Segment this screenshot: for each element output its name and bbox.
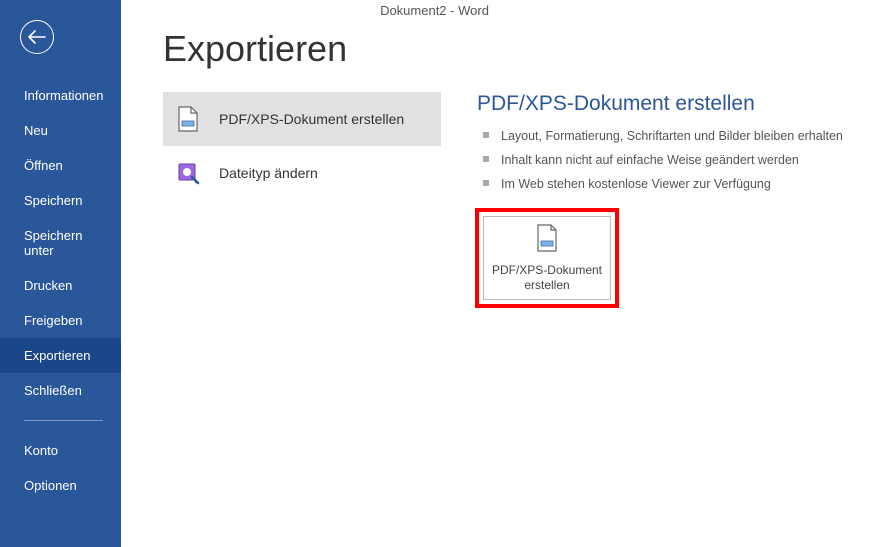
export-option-pdf-xps[interactable]: PDF/XPS-Dokument erstellen	[163, 92, 441, 146]
export-columns: PDF/XPS-Dokument erstellen Dateityp ände…	[163, 92, 869, 308]
page-title: Exportieren	[163, 28, 869, 70]
pdf-document-icon	[535, 224, 559, 257]
change-filetype-icon	[175, 160, 201, 186]
detail-bullet: Layout, Formatierung, Schriftarten und B…	[477, 124, 869, 148]
nav-oeffnen[interactable]: Öffnen	[0, 148, 121, 183]
nav-konto[interactable]: Konto	[0, 433, 121, 468]
option-label: PDF/XPS-Dokument erstellen	[219, 111, 404, 127]
detail-bullet: Im Web stehen kostenlose Viewer zur Verf…	[477, 172, 869, 196]
nav-informationen[interactable]: Informationen	[0, 78, 121, 113]
nav-label: Öffnen	[24, 158, 63, 173]
nav-label: Optionen	[24, 478, 77, 493]
highlight-annotation: PDF/XPS-Dokument erstellen	[475, 208, 619, 308]
backstage-sidebar: Informationen Neu Öffnen Speichern Speic…	[0, 0, 121, 547]
nav-label: Freigeben	[24, 313, 83, 328]
nav-drucken[interactable]: Drucken	[0, 268, 121, 303]
pdf-document-icon	[175, 106, 201, 132]
nav-freigeben[interactable]: Freigeben	[0, 303, 121, 338]
detail-bullets: Layout, Formatierung, Schriftarten und B…	[477, 124, 869, 196]
nav-exportieren[interactable]: Exportieren	[0, 338, 121, 373]
create-button-label: PDF/XPS-Dokument erstellen	[484, 263, 610, 293]
nav-speichern[interactable]: Speichern	[0, 183, 121, 218]
nav-label: Speichern	[24, 193, 83, 208]
option-label: Dateityp ändern	[219, 165, 318, 181]
detail-bullet: Inhalt kann nicht auf einfache Weise geä…	[477, 148, 869, 172]
export-options-list: PDF/XPS-Dokument erstellen Dateityp ände…	[163, 92, 441, 308]
nav-optionen[interactable]: Optionen	[0, 468, 121, 503]
export-detail-pane: PDF/XPS-Dokument erstellen Layout, Forma…	[477, 92, 869, 308]
nav-label: Konto	[24, 443, 58, 458]
nav-speichern-unter[interactable]: Speichern unter	[0, 218, 121, 268]
nav-label: Informationen	[24, 88, 104, 103]
nav-neu[interactable]: Neu	[0, 113, 121, 148]
nav-label: Exportieren	[24, 348, 90, 363]
main-content: Exportieren PDF/XPS-Dokument erstellen	[121, 0, 869, 547]
export-option-change-type[interactable]: Dateityp ändern	[163, 146, 441, 200]
detail-title: PDF/XPS-Dokument erstellen	[477, 92, 869, 116]
nav-label: Speichern unter	[24, 228, 83, 258]
nav-label: Drucken	[24, 278, 72, 293]
nav-label: Neu	[24, 123, 48, 138]
arrow-left-icon	[28, 30, 46, 44]
nav-schliessen[interactable]: Schließen	[0, 373, 121, 408]
nav-divider	[24, 420, 103, 421]
nav-label: Schließen	[24, 383, 82, 398]
create-pdf-xps-button[interactable]: PDF/XPS-Dokument erstellen	[483, 216, 611, 300]
